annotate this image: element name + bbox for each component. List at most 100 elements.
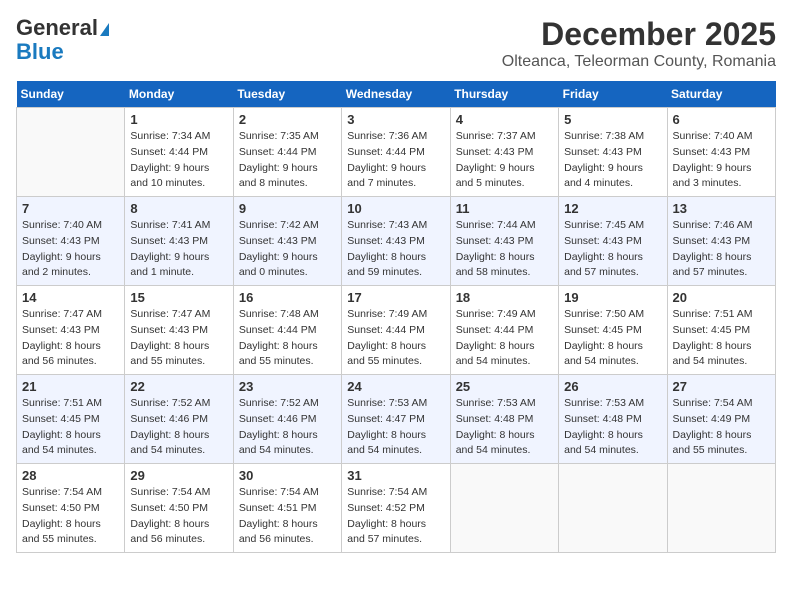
calendar-cell: 26 Sunrise: 7:53 AMSunset: 4:48 PMDayligh… [559, 375, 667, 464]
page-header: General Blue December 2025 Olteanca, Tel… [16, 16, 776, 71]
header-wednesday: Wednesday [342, 81, 450, 108]
month-title: December 2025 [502, 16, 776, 53]
logo-blue: Blue [16, 40, 64, 64]
day-number: 20 [673, 290, 770, 305]
header-friday: Friday [559, 81, 667, 108]
header-sunday: Sunday [17, 81, 125, 108]
header-saturday: Saturday [667, 81, 775, 108]
day-info: Sunrise: 7:40 AMSunset: 4:43 PMDaylight:… [673, 129, 770, 192]
calendar-cell: 8 Sunrise: 7:41 AMSunset: 4:43 PMDaylight… [125, 197, 233, 286]
calendar-cell: 1Sunrise: 7:34 AMSunset: 4:44 PMDaylight… [125, 108, 233, 197]
day-number: 17 [347, 290, 444, 305]
day-info: Sunrise: 7:38 AMSunset: 4:43 PMDaylight:… [564, 129, 661, 192]
day-number: 21 [22, 379, 119, 394]
calendar-cell: 5 Sunrise: 7:38 AMSunset: 4:43 PMDaylight… [559, 108, 667, 197]
day-number: 28 [22, 468, 119, 483]
week-row-1: 1Sunrise: 7:34 AMSunset: 4:44 PMDaylight… [17, 108, 776, 197]
day-number: 15 [130, 290, 227, 305]
calendar-cell: 25Sunrise: 7:53 AMSunset: 4:48 PMDayligh… [450, 375, 558, 464]
day-info: Sunrise: 7:46 AMSunset: 4:43 PMDaylight:… [673, 218, 770, 281]
day-info: Sunrise: 7:41 AMSunset: 4:43 PMDaylight:… [130, 218, 227, 281]
calendar-cell: 29Sunrise: 7:54 AMSunset: 4:50 PMDayligh… [125, 464, 233, 553]
logo-general: General [16, 16, 109, 40]
calendar-cell: 31 Sunrise: 7:54 AMSunset: 4:52 PMDayligh… [342, 464, 450, 553]
day-number: 26 [564, 379, 661, 394]
calendar-cell: 10 Sunrise: 7:43 AMSunset: 4:43 PMDayligh… [342, 197, 450, 286]
calendar-cell: 17 Sunrise: 7:49 AMSunset: 4:44 PMDayligh… [342, 286, 450, 375]
week-row-3: 14Sunrise: 7:47 AMSunset: 4:43 PMDayligh… [17, 286, 776, 375]
day-info: Sunrise: 7:47 AMSunset: 4:43 PMDaylight:… [130, 307, 227, 370]
day-number: 18 [456, 290, 553, 305]
day-number: 30 [239, 468, 336, 483]
day-info: Sunrise: 7:52 AMSunset: 4:46 PMDaylight:… [239, 396, 336, 459]
day-number: 5 [564, 112, 661, 127]
calendar-cell: 11 Sunrise: 7:44 AMSunset: 4:43 PMDayligh… [450, 197, 558, 286]
day-number: 23 [239, 379, 336, 394]
calendar-header-row: SundayMondayTuesdayWednesdayThursdayFrid… [17, 81, 776, 108]
calendar-cell: 18 Sunrise: 7:49 AMSunset: 4:44 PMDayligh… [450, 286, 558, 375]
day-number: 13 [673, 201, 770, 216]
calendar-cell: 14Sunrise: 7:47 AMSunset: 4:43 PMDayligh… [17, 286, 125, 375]
day-info: Sunrise: 7:53 AMSunset: 4:47 PMDaylight:… [347, 396, 444, 459]
day-number: 2 [239, 112, 336, 127]
calendar-cell [17, 108, 125, 197]
calendar-cell: 27Sunrise: 7:54 AMSunset: 4:49 PMDayligh… [667, 375, 775, 464]
calendar-cell: 4Sunrise: 7:37 AMSunset: 4:43 PMDaylight… [450, 108, 558, 197]
day-info: Sunrise: 7:47 AMSunset: 4:43 PMDaylight:… [22, 307, 119, 370]
day-info: Sunrise: 7:42 AMSunset: 4:43 PMDaylight:… [239, 218, 336, 281]
calendar-cell: 12Sunrise: 7:45 AMSunset: 4:43 PMDayligh… [559, 197, 667, 286]
calendar-cell: 22Sunrise: 7:52 AMSunset: 4:46 PMDayligh… [125, 375, 233, 464]
day-info: Sunrise: 7:45 AMSunset: 4:43 PMDaylight:… [564, 218, 661, 281]
day-number: 7 [22, 201, 119, 216]
week-row-5: 28Sunrise: 7:54 AMSunset: 4:50 PMDayligh… [17, 464, 776, 553]
week-row-2: 7 Sunrise: 7:40 AMSunset: 4:43 PMDaylight… [17, 197, 776, 286]
day-number: 8 [130, 201, 227, 216]
calendar-cell: 20Sunrise: 7:51 AMSunset: 4:45 PMDayligh… [667, 286, 775, 375]
day-info: Sunrise: 7:40 AMSunset: 4:43 PMDaylight:… [22, 218, 119, 281]
day-number: 4 [456, 112, 553, 127]
day-info: Sunrise: 7:35 AMSunset: 4:44 PMDaylight:… [239, 129, 336, 192]
calendar-cell: 6 Sunrise: 7:40 AMSunset: 4:43 PMDaylight… [667, 108, 775, 197]
day-number: 3 [347, 112, 444, 127]
day-number: 11 [456, 201, 553, 216]
calendar-cell: 2 Sunrise: 7:35 AMSunset: 4:44 PMDaylight… [233, 108, 341, 197]
day-info: Sunrise: 7:49 AMSunset: 4:44 PMDaylight:… [347, 307, 444, 370]
day-number: 9 [239, 201, 336, 216]
calendar-cell: 13 Sunrise: 7:46 AMSunset: 4:43 PMDayligh… [667, 197, 775, 286]
week-row-4: 21 Sunrise: 7:51 AMSunset: 4:45 PMDayligh… [17, 375, 776, 464]
calendar-table: SundayMondayTuesdayWednesdayThursdayFrid… [16, 81, 776, 553]
calendar-cell: 28Sunrise: 7:54 AMSunset: 4:50 PMDayligh… [17, 464, 125, 553]
day-number: 22 [130, 379, 227, 394]
calendar-cell: 7 Sunrise: 7:40 AMSunset: 4:43 PMDaylight… [17, 197, 125, 286]
day-number: 29 [130, 468, 227, 483]
day-number: 6 [673, 112, 770, 127]
day-info: Sunrise: 7:50 AMSunset: 4:45 PMDaylight:… [564, 307, 661, 370]
calendar-cell: 30 Sunrise: 7:54 AMSunset: 4:51 PMDayligh… [233, 464, 341, 553]
day-info: Sunrise: 7:43 AMSunset: 4:43 PMDaylight:… [347, 218, 444, 281]
header-tuesday: Tuesday [233, 81, 341, 108]
day-number: 31 [347, 468, 444, 483]
day-info: Sunrise: 7:51 AMSunset: 4:45 PMDaylight:… [22, 396, 119, 459]
day-number: 24 [347, 379, 444, 394]
day-number: 10 [347, 201, 444, 216]
day-info: Sunrise: 7:44 AMSunset: 4:43 PMDaylight:… [456, 218, 553, 281]
calendar-cell: 24 Sunrise: 7:53 AMSunset: 4:47 PMDayligh… [342, 375, 450, 464]
header-monday: Monday [125, 81, 233, 108]
logo: General Blue [16, 16, 109, 64]
calendar-cell: 3 Sunrise: 7:36 AMSunset: 4:44 PMDaylight… [342, 108, 450, 197]
day-info: Sunrise: 7:36 AMSunset: 4:44 PMDaylight:… [347, 129, 444, 192]
calendar-cell: 15 Sunrise: 7:47 AMSunset: 4:43 PMDayligh… [125, 286, 233, 375]
day-info: Sunrise: 7:54 AMSunset: 4:52 PMDaylight:… [347, 485, 444, 548]
day-info: Sunrise: 7:53 AMSunset: 4:48 PMDaylight:… [564, 396, 661, 459]
day-number: 1 [130, 112, 227, 127]
calendar-cell [667, 464, 775, 553]
day-number: 27 [673, 379, 770, 394]
calendar-cell: 19Sunrise: 7:50 AMSunset: 4:45 PMDayligh… [559, 286, 667, 375]
day-info: Sunrise: 7:54 AMSunset: 4:51 PMDaylight:… [239, 485, 336, 548]
location: Olteanca, Teleorman County, Romania [502, 53, 776, 71]
calendar-cell: 9 Sunrise: 7:42 AMSunset: 4:43 PMDaylight… [233, 197, 341, 286]
day-info: Sunrise: 7:49 AMSunset: 4:44 PMDaylight:… [456, 307, 553, 370]
day-number: 16 [239, 290, 336, 305]
day-info: Sunrise: 7:48 AMSunset: 4:44 PMDaylight:… [239, 307, 336, 370]
calendar-cell: 21 Sunrise: 7:51 AMSunset: 4:45 PMDayligh… [17, 375, 125, 464]
